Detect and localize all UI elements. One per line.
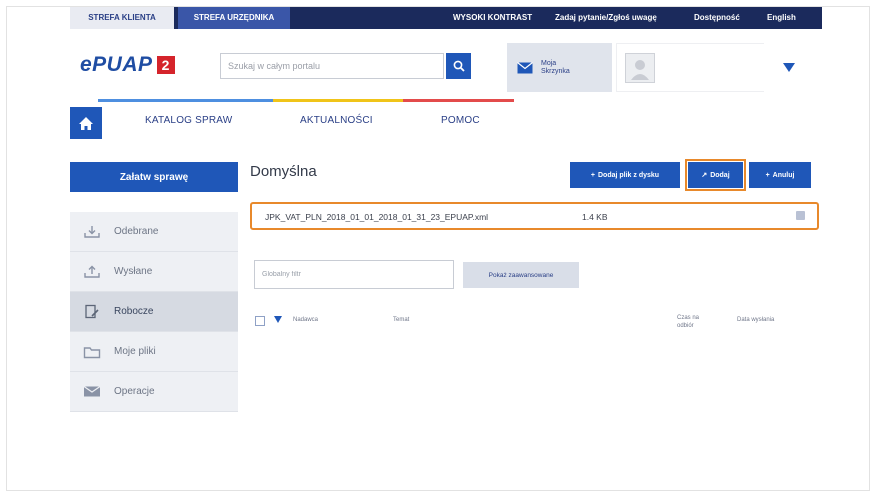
envelope-icon xyxy=(82,384,102,400)
outbox-upload-icon xyxy=(82,264,102,280)
global-filter-input[interactable] xyxy=(255,261,453,288)
english-link[interactable]: English xyxy=(767,7,796,29)
search-input[interactable] xyxy=(221,54,443,78)
nav-color-bars xyxy=(98,99,514,102)
draft-edit-icon xyxy=(82,304,102,320)
add-from-disk-button[interactable]: + Dodaj plik z dysku xyxy=(570,162,680,188)
sort-dropdown-icon[interactable] xyxy=(274,316,282,323)
inbox-download-icon xyxy=(82,224,102,240)
chevron-down-icon xyxy=(783,63,795,72)
user-icon xyxy=(631,60,649,80)
nav-catalog[interactable]: KATALOG SPRAW xyxy=(145,115,232,126)
plus-icon: + xyxy=(765,171,770,179)
nav-bar-yellow xyxy=(273,99,403,102)
column-subject[interactable]: Temat xyxy=(393,317,409,323)
nav-bar-blue xyxy=(98,99,273,102)
page-title: Domyślna xyxy=(250,163,317,180)
top-bar: STREFA KLIENTA STREFA URZĘDNIKA WYSOKI K… xyxy=(70,7,822,29)
search-box xyxy=(220,53,444,79)
column-time-to-receive[interactable]: Czas na odbiór xyxy=(677,314,707,330)
cancel-button[interactable]: + Anuluj xyxy=(749,162,811,188)
inbox-label: Moja Skrzynka xyxy=(541,59,570,75)
folder-icon xyxy=(82,344,102,360)
search-icon xyxy=(453,60,465,72)
nav-help[interactable]: POMOC xyxy=(441,115,480,126)
nav-news[interactable]: AKTUALNOŚCI xyxy=(300,115,373,126)
search-button[interactable] xyxy=(446,53,471,79)
my-inbox-button[interactable]: Moja Skrzynka xyxy=(507,43,612,92)
attached-file-row: JPK_VAT_PLN_2018_01_01_2018_01_31_23_EPU… xyxy=(250,202,819,230)
select-all-checkbox[interactable] xyxy=(255,316,265,326)
file-size: 1.4 KB xyxy=(582,212,608,222)
handle-matter-button[interactable]: Załatw sprawę xyxy=(70,162,238,192)
accessibility-link[interactable]: Dostępność xyxy=(694,7,740,29)
file-name: JPK_VAT_PLN_2018_01_01_2018_01_31_23_EPU… xyxy=(265,212,489,222)
plus-icon: + xyxy=(590,171,595,179)
column-sender[interactable]: Nadawca xyxy=(293,317,318,323)
sidebar-item-label: Robocze xyxy=(114,306,154,317)
user-menu-toggle[interactable] xyxy=(764,43,814,92)
sidebar-item-label: Odebrane xyxy=(114,226,159,237)
sidebar-item-label: Moje pliki xyxy=(114,346,156,357)
cancel-label: Anuluj xyxy=(772,171,795,179)
logo-text: ePUAP xyxy=(80,53,153,76)
home-button[interactable] xyxy=(70,107,102,139)
add-label: Dodaj xyxy=(710,171,730,179)
epuap-logo[interactable]: ePUAP 2 xyxy=(80,53,175,76)
global-filter-box xyxy=(254,260,454,289)
sidebar-item-label: Wysłane xyxy=(114,266,153,277)
tab-client-zone[interactable]: STREFA KLIENTA xyxy=(70,7,174,29)
sidebar-menu: Odebrane Wysłane Robocze Moje pliki Oper… xyxy=(70,212,238,412)
sidebar-item-operations[interactable]: Operacje xyxy=(70,372,238,412)
ask-question-link[interactable]: Zadaj pytanie/Zgłoś uwagę xyxy=(555,7,657,29)
add-button[interactable]: ↗ Dodaj xyxy=(685,159,746,191)
remove-file-icon[interactable] xyxy=(796,211,805,220)
sidebar-item-sent[interactable]: Wysłane xyxy=(70,252,238,292)
sidebar-item-received[interactable]: Odebrane xyxy=(70,212,238,252)
high-contrast-link[interactable]: WYSOKI KONTRAST xyxy=(453,7,532,29)
logo-badge: 2 xyxy=(156,56,175,74)
avatar[interactable] xyxy=(625,53,655,83)
add-from-disk-label: Dodaj plik z dysku xyxy=(598,171,660,179)
sidebar-item-drafts[interactable]: Robocze xyxy=(70,292,238,332)
arrow-icon: ↗ xyxy=(701,172,708,179)
envelope-icon xyxy=(517,61,533,73)
nav-bar-red xyxy=(403,99,514,102)
sidebar-item-my-files[interactable]: Moje pliki xyxy=(70,332,238,372)
column-sent-date[interactable]: Data wysłania xyxy=(737,317,774,323)
home-icon xyxy=(79,116,93,130)
show-advanced-button[interactable]: Pokaż zaawansowane xyxy=(463,262,579,288)
tab-official-zone[interactable]: STREFA URZĘDNIKA xyxy=(178,7,290,29)
sidebar-item-label: Operacje xyxy=(114,386,155,397)
